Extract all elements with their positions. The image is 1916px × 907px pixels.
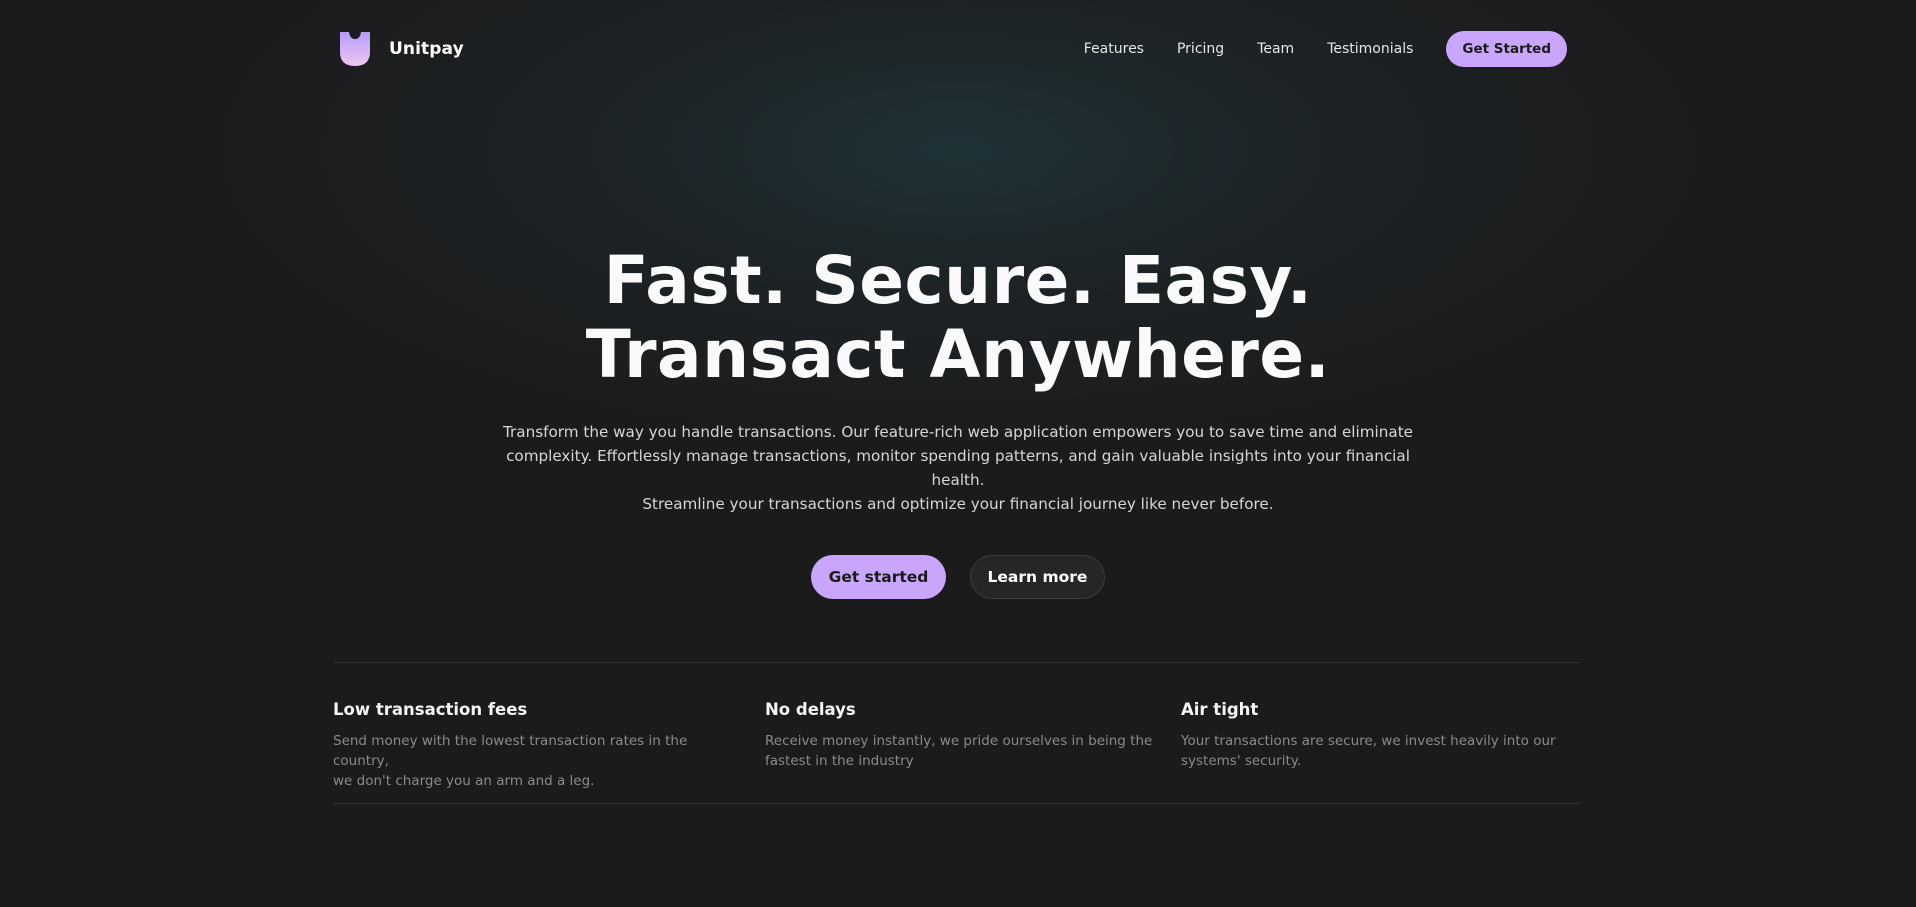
feature-low-fees: Low transaction fees Send money with the… — [333, 699, 733, 791]
feature-air-tight: Air tight Your transactions are secure, … — [1181, 699, 1581, 771]
nav-link-testimonials[interactable]: Testimonials — [1327, 41, 1413, 57]
feature-title: No delays — [765, 700, 856, 719]
hero-title-line-1: Fast. Secure. Easy. — [603, 242, 1313, 319]
hero-cta-group: Get started Learn more — [0, 555, 1916, 599]
nav-link-pricing[interactable]: Pricing — [1177, 41, 1224, 57]
feature-description: Send money with the lowest transaction r… — [333, 731, 733, 791]
get-started-button[interactable]: Get started — [811, 555, 946, 599]
feature-no-delays: No delays Receive money instantly, we pr… — [765, 699, 1165, 771]
feature-description-line-2: we don't charge you an arm and a leg. — [333, 773, 595, 789]
shield-u-logo-icon[interactable] — [340, 32, 370, 66]
nav-link-features[interactable]: Features — [1084, 41, 1144, 57]
features-bottom-divider — [333, 803, 1581, 804]
feature-description-line-2: systems' security. — [1181, 753, 1302, 769]
hero-title-line-2: Transact Anywhere. — [585, 316, 1331, 393]
feature-title: Low transaction fees — [333, 700, 528, 719]
hero-subtitle: Transform the way you handle transaction… — [490, 420, 1426, 516]
nav-links: Features Pricing Team Testimonials Get S… — [1084, 30, 1573, 68]
feature-description-line-1: Receive money instantly, we pride oursel… — [765, 733, 1153, 749]
features-top-divider — [333, 662, 1581, 663]
hero-subtitle-line-2: complexity. Effortlessly manage transact… — [506, 447, 1410, 489]
nav-get-started-button[interactable]: Get Started — [1446, 31, 1567, 67]
feature-description: Your transactions are secure, we invest … — [1181, 731, 1581, 771]
feature-description-line-1: Your transactions are secure, we invest … — [1181, 733, 1556, 749]
feature-description: Receive money instantly, we pride oursel… — [765, 731, 1165, 771]
feature-title: Air tight — [1181, 700, 1259, 719]
top-navbar: Unitpay Features Pricing Team Testimonia… — [333, 30, 1573, 68]
feature-description-line-2: fastest in the industry — [765, 753, 914, 769]
feature-description-line-1: Send money with the lowest transaction r… — [333, 733, 688, 769]
hero-subtitle-line-3: Streamline your transactions and optimiz… — [642, 495, 1274, 513]
learn-more-button[interactable]: Learn more — [970, 555, 1105, 599]
hero-title: Fast. Secure. Easy. Transact Anywhere. — [0, 244, 1916, 392]
landing-page: Unitpay Features Pricing Team Testimonia… — [0, 0, 1916, 907]
hero-subtitle-line-1: Transform the way you handle transaction… — [503, 423, 1413, 441]
brand-name[interactable]: Unitpay — [389, 39, 464, 59]
nav-link-team[interactable]: Team — [1257, 41, 1294, 57]
